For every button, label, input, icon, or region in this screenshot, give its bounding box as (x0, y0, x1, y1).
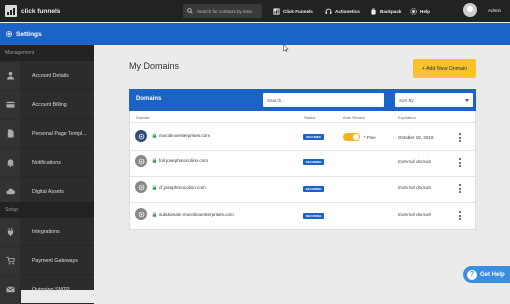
settings-header: Settings (0, 23, 510, 45)
column-header-expiration: Expiration (398, 115, 416, 120)
status-badge: SECURING (303, 186, 324, 192)
sidebar-item-account-billing[interactable]: Account Billing (0, 90, 94, 119)
sidebar-item-outgoing-smtp[interactable]: Outgoing SMTP (0, 275, 94, 304)
lock-icon (152, 133, 157, 138)
primary-domain-icon (135, 130, 147, 142)
sidebar-item-account-details[interactable]: Account Details (0, 61, 94, 90)
sidebar-section-management: Management (0, 45, 94, 61)
row-menu-icon[interactable] (459, 158, 461, 167)
lock-icon (152, 185, 157, 190)
sidebar-section-setup: Setup (0, 202, 94, 218)
nav-label: Actionetics (335, 8, 360, 14)
avatar[interactable] (463, 3, 477, 17)
nav-label: Click Funnels (283, 8, 313, 14)
contact-search-input[interactable]: Search for contacts by ema (183, 4, 262, 18)
headset-icon (325, 8, 332, 14)
lock-icon (152, 158, 157, 163)
sidebar-item-label: Personal Page Templ... (32, 130, 87, 137)
question-icon: ? (467, 269, 477, 280)
sidebar-item-payment-gateways[interactable]: Payment Gateways (0, 246, 94, 275)
column-header-auto-renew: Auto Renew (343, 115, 365, 120)
domain-name[interactable]: foil.josephmocolino.com (159, 158, 208, 163)
row-menu-icon[interactable] (459, 133, 461, 142)
sidebar-item-notifications[interactable]: Notifications (0, 148, 94, 177)
domain-name[interactable]: mocolinoenterprises.com (159, 133, 210, 138)
search-icon (187, 8, 193, 14)
settings-title: Settings (16, 30, 42, 38)
expiration-date: October 10, 2018 (398, 135, 434, 140)
brand-name[interactable]: click funnels (21, 8, 60, 15)
get-help-label: Get Help (480, 271, 505, 278)
domains-panel-title: Domains (136, 96, 162, 102)
nav-help[interactable]: Help (410, 0, 430, 22)
user-icon (6, 71, 14, 80)
domain-search-input[interactable]: Search... (263, 93, 384, 107)
page-icon (7, 129, 14, 138)
sidebar-item-label: Account Details (32, 72, 69, 79)
cloud-icon (5, 188, 15, 195)
expiration-date: External domain (398, 159, 432, 164)
status-badge: SECURED (303, 134, 324, 140)
status-badge: SECURING (303, 159, 324, 165)
sidebar-item-integrations[interactable]: Integrations (0, 217, 94, 246)
logo-icon[interactable] (5, 5, 17, 17)
row-menu-icon[interactable] (459, 184, 461, 193)
sort-by-select[interactable]: Sort By (395, 93, 473, 107)
mouse-cursor-icon (283, 44, 289, 52)
nav-actionetics[interactable]: Actionetics (325, 0, 360, 22)
expiration-date: External domain (398, 212, 432, 217)
card-icon (5, 101, 15, 108)
cart-icon (5, 256, 15, 265)
lock-icon (152, 212, 157, 217)
bell-icon (6, 159, 14, 167)
expiration-date: External domain (398, 185, 432, 190)
funnel-icon (273, 7, 280, 15)
column-header-status: Status (304, 115, 316, 120)
gear-icon (5, 30, 13, 38)
backpack-icon (371, 7, 376, 15)
nav-label: Help (420, 8, 430, 14)
sidebar-item-label: Digital Assets (32, 188, 64, 195)
sidebar-item-label: Notifications (32, 159, 61, 166)
sort-by-label: Sort By (399, 97, 414, 103)
admin-label[interactable]: Admin (488, 8, 501, 13)
chevron-down-icon (465, 98, 469, 102)
sidebar-item-personal-page-templates[interactable]: Personal Page Templ... (0, 119, 94, 148)
add-new-domain-button[interactable]: + Add New Domain (413, 59, 476, 78)
nav-label: Backpack (380, 8, 402, 14)
row-menu-icon[interactable] (459, 211, 461, 220)
status-badge: SECURING (303, 213, 324, 219)
domain-name[interactable]: subdomain.mocolinoenterprises.com (159, 212, 234, 217)
domain-icon (135, 208, 147, 220)
sidebar-item-label: Integrations (32, 228, 60, 235)
auto-renew-note: * Free (364, 135, 376, 140)
auto-renew-toggle[interactable] (343, 133, 360, 141)
search-placeholder: Search for contacts by ema (197, 8, 252, 14)
domain-icon (135, 155, 147, 167)
domain-icon (135, 181, 147, 193)
page-title: My Domains (129, 61, 180, 71)
nav-click-funnels[interactable]: Click Funnels (273, 0, 313, 22)
column-header-domain: Domain (136, 115, 150, 120)
get-help-button[interactable]: ? Get Help (463, 266, 510, 283)
help-icon (410, 7, 417, 15)
sidebar-item-label: Account Billing (32, 101, 67, 108)
domain-name[interactable]: cf.josephmocolino.com (159, 185, 206, 190)
plug-icon (7, 227, 13, 236)
sidebar-item-label: Payment Gateways (32, 257, 78, 264)
nav-backpack[interactable]: Backpack (370, 0, 401, 22)
